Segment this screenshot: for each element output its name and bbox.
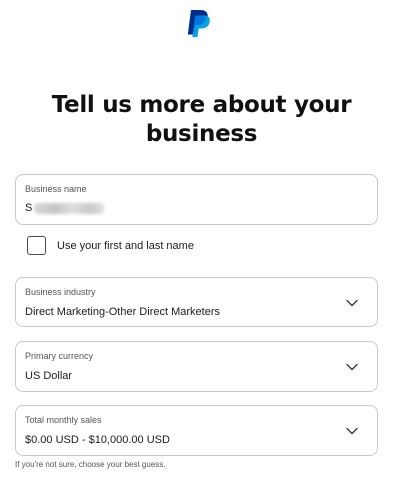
page-title-line-2: business	[145, 121, 258, 147]
page-title: Tell us more about your business	[0, 91, 403, 149]
chevron-down-icon[interactable]	[345, 424, 359, 438]
page-title-line-1: Tell us more about your	[51, 92, 352, 118]
use-name-checkbox[interactable]	[27, 236, 46, 255]
business-name-redaction-blur	[34, 202, 105, 214]
total-monthly-sales-label: Total monthly sales	[25, 415, 102, 425]
business-name-visible-prefix: S	[25, 202, 33, 214]
chevron-down-icon[interactable]	[345, 296, 359, 310]
business-industry-label: Business industry	[25, 287, 96, 297]
use-name-checkbox-row[interactable]: Use your first and last name	[27, 236, 194, 255]
business-name-label: Business name	[25, 184, 87, 194]
business-name-field[interactable]: Business name S	[15, 174, 378, 225]
business-industry-value[interactable]: Direct Marketing-Other Direct Marketers	[25, 306, 220, 318]
use-name-checkbox-label[interactable]: Use your first and last name	[57, 240, 194, 252]
total-monthly-sales-value[interactable]: $0.00 USD - $10,000.00 USD	[25, 434, 170, 446]
primary-currency-label: Primary currency	[25, 351, 94, 361]
business-name-value[interactable]: S	[25, 202, 105, 214]
total-monthly-sales-select[interactable]: Total monthly sales $0.00 USD - $10,000.…	[15, 405, 378, 456]
monthly-sales-hint: If you're not sure, choose your best gue…	[15, 460, 166, 469]
primary-currency-select[interactable]: Primary currency US Dollar	[15, 341, 378, 392]
business-industry-select[interactable]: Business industry Direct Marketing-Other…	[15, 277, 378, 327]
business-info-page: Tell us more about your business Busines…	[0, 0, 403, 479]
paypal-logo-icon	[187, 10, 210, 38]
primary-currency-value[interactable]: US Dollar	[25, 370, 72, 382]
chevron-down-icon[interactable]	[345, 360, 359, 374]
